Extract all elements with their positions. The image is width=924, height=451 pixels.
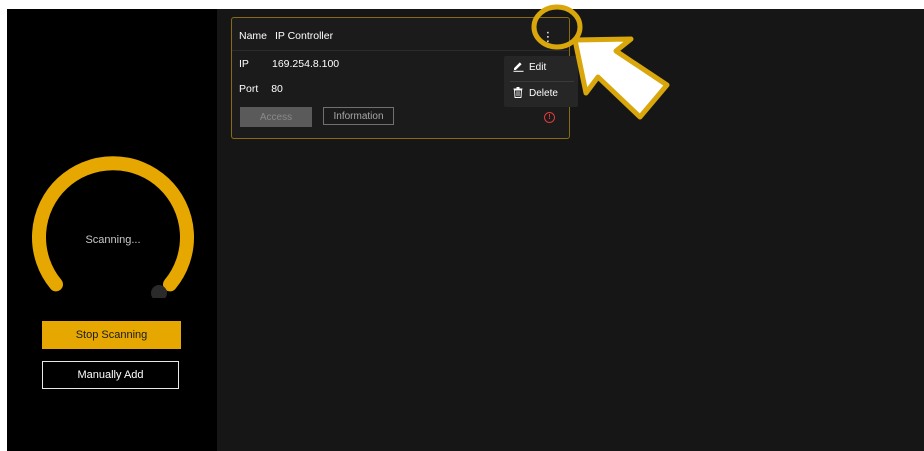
port-value: 80 xyxy=(271,83,283,95)
sidebar: Scanning... Stop Scanning Manually Add xyxy=(7,9,217,451)
stop-scanning-button[interactable]: Stop Scanning xyxy=(42,321,181,349)
alert-circle-icon[interactable]: ! xyxy=(544,112,555,123)
menu-item-edit[interactable]: Edit xyxy=(504,56,578,80)
name-label: Name xyxy=(239,30,268,42)
card-divider xyxy=(232,50,569,51)
menu-item-label: Delete xyxy=(529,88,558,99)
context-menu: Edit Delete xyxy=(504,56,578,107)
progress-ring-arc xyxy=(32,156,194,292)
port-label: Port xyxy=(239,83,259,95)
device-card[interactable]: Name IP Controller IP 169.254.8.100 Port… xyxy=(231,17,578,139)
name-row: Name IP Controller xyxy=(239,30,333,42)
information-button[interactable]: Information xyxy=(323,107,394,125)
pencil-icon xyxy=(513,61,524,75)
device-name: IP Controller xyxy=(274,30,334,42)
scanning-status-text: Scanning... xyxy=(85,234,141,246)
port-row: Port 80 xyxy=(239,83,283,95)
device-list-panel: Name IP Controller IP 169.254.8.100 Port… xyxy=(217,9,924,451)
access-button[interactable]: Access xyxy=(240,107,312,127)
manually-add-button[interactable]: Manually Add xyxy=(42,361,179,389)
menu-item-delete[interactable]: Delete xyxy=(504,82,578,106)
scan-progress-ring: Scanning... xyxy=(31,152,195,298)
trash-icon xyxy=(513,87,523,101)
menu-item-label: Edit xyxy=(529,62,547,73)
more-vertical-icon[interactable]: ⋮ xyxy=(541,29,555,45)
progress-ring-graphic xyxy=(32,156,194,298)
app-window: Scanning... Stop Scanning Manually Add N… xyxy=(7,9,924,451)
ip-label: IP xyxy=(239,58,249,70)
ip-row: IP 169.254.8.100 xyxy=(239,58,339,70)
ip-value: 169.254.8.100 xyxy=(272,58,340,70)
